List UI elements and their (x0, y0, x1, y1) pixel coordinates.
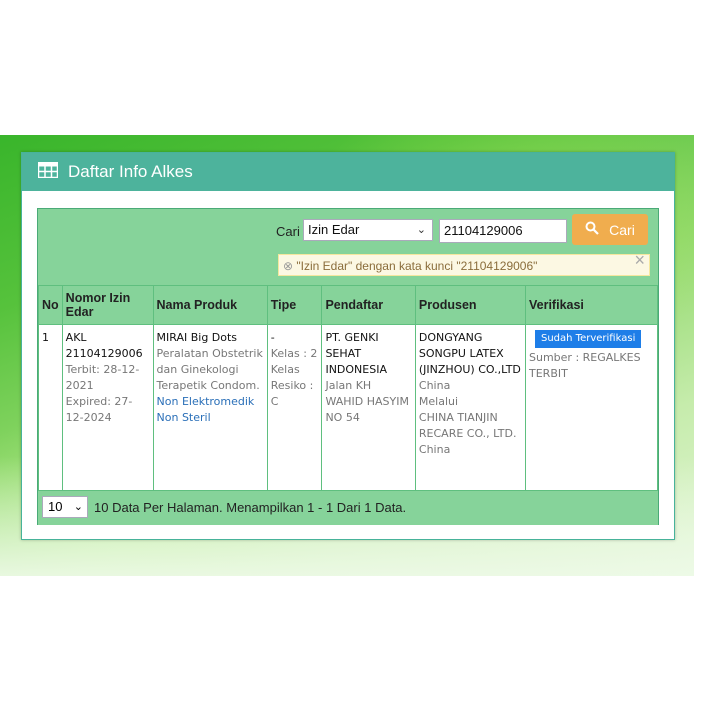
search-button-label: Cari (609, 221, 635, 238)
panel-header: Daftar Info Alkes (22, 153, 674, 191)
header-pendaftar: Pendaftar (321, 285, 416, 325)
search-label: Cari (276, 224, 300, 239)
produsen-melalui-label: Melalui (418, 395, 459, 408)
info-alkes-panel: Daftar Info Alkes Cari Izin Edar ⌄ 21104… (21, 152, 675, 540)
cell-nomor-izin-edar: AKL 21104129006 Terbit: 28-12-2021 Expir… (61, 324, 154, 492)
per-page-select[interactable]: 10 ⌄ (42, 496, 88, 518)
pagination-info: 10 Data Per Halaman. Menampilkan 1 - 1 D… (94, 500, 407, 515)
tanggal-terbit: Terbit: 28-12-2021 (65, 363, 140, 392)
search-bar: Cari Izin Edar ⌄ 21104129006 Cari ⊗ "Izi… (38, 209, 658, 286)
cell-produsen: DONGYANG SONGPU LATEX (JINZHOU) CO.,LTD … (414, 324, 527, 492)
pagination-bar: 10 ⌄ 10 Data Per Halaman. Menampilkan 1 … (38, 490, 658, 525)
search-filter-alert: ⊗ "Izin Edar" dengan kata kunci "2110412… (278, 250, 650, 276)
table-header-row: No Nomor Izin Edar Nama Produk Tipe Pend… (38, 285, 658, 325)
chevron-down-icon: ⌄ (73, 501, 83, 513)
cell-nama-produk: MIRAI Big Dots Peralatan Obstetrik dan G… (152, 324, 268, 492)
produsen-negara: China (418, 379, 451, 392)
cell-pendaftar: PT. GENKI SEHAT INDONESIA Jalan KH WAHID… (321, 324, 416, 492)
header-no: No (38, 285, 63, 325)
nomor-izin: AKL 21104129006 (65, 331, 143, 360)
cell-no: 1 (38, 324, 63, 492)
alert-text: "Izin Edar" dengan kata kunci "211041290… (296, 259, 538, 273)
cell-tipe: - Kelas : 2 Kelas Resiko : C (266, 324, 323, 492)
produsen-nama: DONGYANG SONGPU LATEX (JINZHOU) CO.,LTD (418, 331, 521, 376)
table-row: 1 AKL 21104129006 Terbit: 28-12-2021 Exp… (38, 324, 658, 492)
cell-verifikasi: Sudah Terverifikasi Sumber : REGALKES TE… (525, 324, 658, 492)
sumber-text: Sumber : REGALKES TERBIT (529, 351, 641, 380)
search-input[interactable]: 21104129006 (439, 219, 567, 243)
info-circle-icon: ⊗ (283, 259, 294, 273)
close-icon[interactable]: × (634, 249, 645, 271)
kelas-value: Kelas : 2 (270, 347, 318, 360)
tanggal-expired: Expired: 27-12-2024 (65, 395, 133, 424)
chevron-down-icon: ⌄ (416, 224, 426, 236)
search-field-value: Izin Edar (308, 222, 360, 237)
produk-elektromedik: Non Elektromedik (156, 395, 255, 408)
header-nomor-izin-edar: Nomor Izin Edar (61, 285, 154, 325)
produsen-melalui-negara: China (418, 443, 451, 456)
per-page-value: 10 (48, 499, 63, 514)
alkes-table: No Nomor Izin Edar Nama Produk Tipe Pend… (38, 285, 658, 492)
search-icon (585, 221, 599, 238)
produk-kategori: Peralatan Obstetrik dan Ginekologi Terap… (156, 347, 263, 392)
pendaftar-alamat: Jalan KH WAHID HASYIM NO 54 (325, 379, 409, 424)
produsen-melalui: CHINA TIANJIN RECARE CO., LTD. (418, 411, 517, 440)
verified-badge: Sudah Terverifikasi (535, 330, 642, 348)
header-tipe: Tipe (266, 285, 323, 325)
panel-title: Daftar Info Alkes (68, 162, 193, 181)
produk-steril: Non Steril (156, 411, 211, 424)
data-table-wrapper: Cari Izin Edar ⌄ 21104129006 Cari ⊗ "Izi… (37, 208, 659, 525)
table-icon (37, 161, 59, 183)
search-field-select[interactable]: Izin Edar ⌄ (303, 219, 433, 241)
header-nama-produk: Nama Produk (152, 285, 268, 325)
header-verifikasi: Verifikasi (525, 285, 658, 325)
produk-nama: MIRAI Big Dots (156, 331, 238, 344)
pendaftar-nama: PT. GENKI SEHAT INDONESIA (325, 331, 387, 376)
kelas-resiko-value: Kelas Resiko : C (270, 363, 314, 408)
header-produsen: Produsen (414, 285, 527, 325)
search-button[interactable]: Cari (572, 214, 648, 245)
tipe-value: - (270, 331, 275, 344)
